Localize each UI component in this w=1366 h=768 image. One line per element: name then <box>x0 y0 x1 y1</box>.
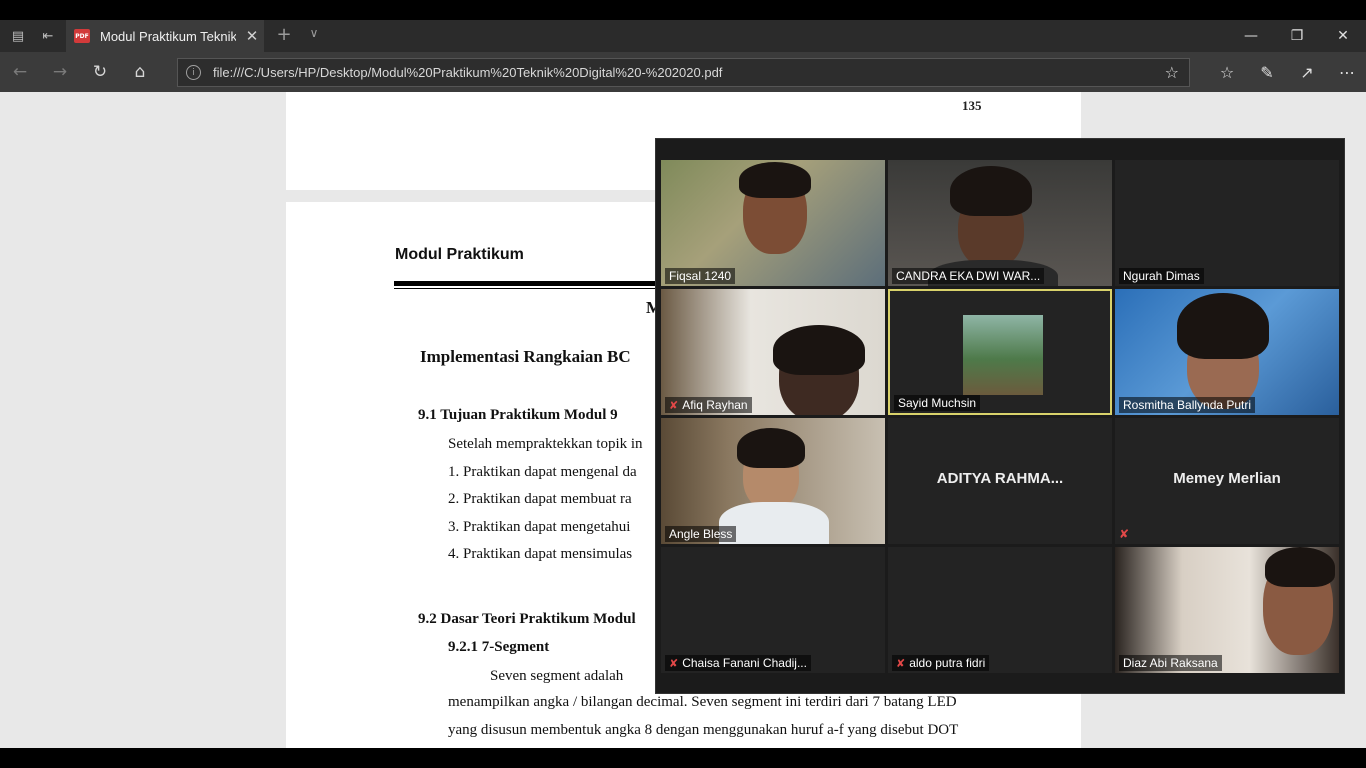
forward-icon[interactable]: → <box>46 58 74 86</box>
list-item: 4. Praktikan dapat mensimulas <box>448 546 633 562</box>
participant-name: Diaz Abi Raksana <box>1119 655 1222 671</box>
participant-name: ✘ aldo putra fidri <box>892 655 990 671</box>
favorites-icon[interactable]: ☆ <box>1212 58 1242 86</box>
page-header: Modul Praktikum <box>395 246 524 263</box>
back-icon[interactable]: ← <box>6 58 34 86</box>
tab-title: Modul Praktikum Teknik <box>100 28 236 44</box>
participant-tile[interactable]: CANDRA EKA DWI WAR... <box>888 160 1112 286</box>
tab-restore-icon[interactable]: ⇤ <box>36 26 60 46</box>
participant-name: Fiqsal 1240 <box>665 268 736 284</box>
section-title: 9.2 Dasar Teori Praktikum Modul <box>418 611 636 627</box>
url-text: file:///C:/Users/HP/Desktop/Modul%20Prak… <box>213 65 723 80</box>
participant-video <box>737 428 805 468</box>
participant-video <box>773 325 865 375</box>
favorite-star-icon[interactable]: ☆ <box>1165 63 1179 82</box>
tab-strip: ▤ ⇤ PDF Modul Praktikum Teknik ✕ + ∨ — ❐… <box>0 20 1366 52</box>
participant-tile[interactable]: Diaz Abi Raksana <box>1115 547 1339 673</box>
pdf-icon: PDF <box>74 29 90 43</box>
header-rule-thick <box>394 281 664 286</box>
close-window-icon[interactable]: ✕ <box>1320 20 1366 52</box>
participant-tile-active-speaker[interactable]: Sayid Muchsin <box>888 289 1112 415</box>
participant-name: Sayid Muchsin <box>894 395 981 411</box>
video-gallery-window[interactable]: Fiqsal 1240 CANDRA EKA DWI WAR... Ngurah… <box>655 138 1345 694</box>
profile-picture <box>963 315 1043 395</box>
participant-tile[interactable]: Memey Merlian ✘ <box>1115 418 1339 544</box>
minimize-icon[interactable]: — <box>1228 20 1274 52</box>
list-item: 2. Praktikan dapat membuat ra <box>448 491 632 507</box>
share-icon[interactable]: ↗ <box>1292 58 1322 86</box>
home-icon[interactable]: ⌂ <box>126 58 154 86</box>
participant-name: ✘ Afiq Rayhan <box>665 397 752 413</box>
muted-mic-icon: ✘ <box>896 658 906 670</box>
muted-mic-icon: ✘ <box>669 658 679 670</box>
refresh-icon[interactable]: ↻ <box>86 58 114 86</box>
paragraph: Seven segment adalah <box>490 668 624 684</box>
tab-set-aside-icon[interactable]: ▤ <box>6 26 30 46</box>
bottom-letterbox <box>0 748 1366 768</box>
chapter-title: Implementasi Rangkaian BC <box>420 347 631 366</box>
chevron-down-icon[interactable]: ∨ <box>306 26 322 40</box>
list-item: 3. Praktikan dapat mengetahui <box>448 519 631 535</box>
participant-name: ✘ Chaisa Fanani Chadij... <box>665 655 811 671</box>
participant-video <box>950 166 1032 216</box>
participant-video <box>739 162 811 198</box>
participant-tile[interactable]: Ngurah Dimas <box>1115 160 1339 286</box>
participant-name: ADITYA RAHMA... <box>936 470 1064 487</box>
paragraph: Setelah mempraktekkan topik in <box>448 436 643 452</box>
participant-name: Rosmitha Ballynda Putri <box>1119 397 1256 413</box>
list-item: 1. Praktikan dapat mengenal da <box>448 464 637 480</box>
header-rule-thin <box>394 288 664 289</box>
participant-name: CANDRA EKA DWI WAR... <box>892 268 1045 284</box>
participant-tile[interactable]: Angle Bless <box>661 418 885 544</box>
participant-tile[interactable]: ✘ aldo putra fidri <box>888 547 1112 673</box>
participant-tile[interactable]: ADITYA RAHMA... <box>888 418 1112 544</box>
participant-name: Ngurah Dimas <box>1119 268 1204 284</box>
participant-tile[interactable]: Rosmitha Ballynda Putri <box>1115 289 1339 415</box>
participant-tile[interactable]: Fiqsal 1240 <box>661 160 885 286</box>
participant-video <box>1265 547 1335 587</box>
tab-pdf[interactable]: PDF Modul Praktikum Teknik ✕ <box>66 20 264 52</box>
pen-icon[interactable]: ✎ <box>1252 58 1282 86</box>
section-title: 9.1 Tujuan Praktikum Modul 9 <box>418 407 618 423</box>
participant-video <box>1177 293 1269 359</box>
participant-tile[interactable]: ✘ Afiq Rayhan <box>661 289 885 415</box>
page-number: 135 <box>962 98 982 113</box>
paragraph: yang disusun membentuk angka 8 dengan me… <box>448 722 959 738</box>
new-tab-icon[interactable]: + <box>274 24 294 45</box>
participant-name: Angle Bless <box>665 526 737 542</box>
paragraph: menampilkan angka / bilangan decimal. Se… <box>448 694 957 710</box>
restore-icon[interactable]: ❐ <box>1274 20 1320 52</box>
address-bar[interactable]: i file:///C:/Users/HP/Desktop/Modul%20Pr… <box>177 58 1190 87</box>
tab-close-icon[interactable]: ✕ <box>244 27 260 45</box>
participant-tile[interactable]: ✘ Chaisa Fanani Chadij... <box>661 547 885 673</box>
subsection-title: 9.2.1 7-Segment <box>448 639 550 655</box>
more-icon[interactable]: ⋯ <box>1332 58 1362 86</box>
top-letterbox <box>0 0 1366 20</box>
info-icon[interactable]: i <box>186 65 201 80</box>
participant-name: Memey Merlian <box>1173 470 1281 487</box>
muted-mic-icon: ✘ <box>669 400 679 412</box>
muted-mic-icon: ✘ <box>1119 527 1130 541</box>
